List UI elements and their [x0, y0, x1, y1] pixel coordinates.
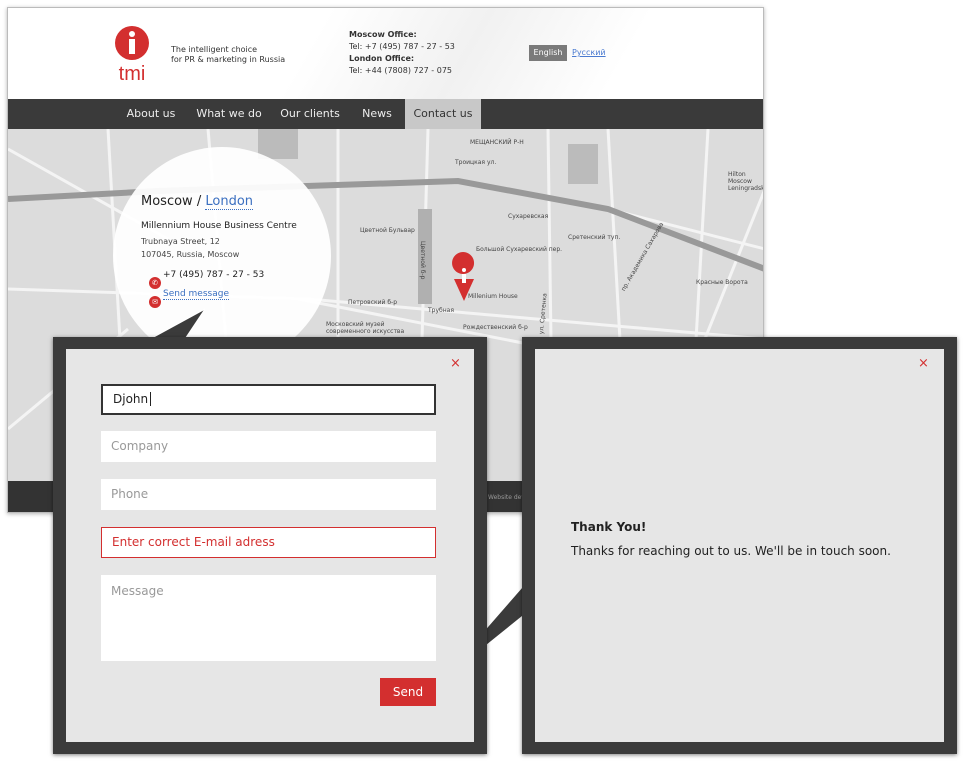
- office-contacts: Moscow Office: Tel: +7 (495) 787 - 27 - …: [349, 29, 455, 77]
- street: Trubnaya Street, 12: [141, 237, 220, 246]
- message-textarea[interactable]: Message: [101, 575, 436, 661]
- language-russian[interactable]: Русский: [572, 48, 606, 57]
- london-office-label: London Office:: [349, 54, 415, 63]
- close-icon[interactable]: ×: [450, 356, 461, 371]
- phone-input[interactable]: Phone: [101, 479, 436, 510]
- postcode: 107045, Russia, Moscow: [141, 250, 240, 259]
- language-english[interactable]: English: [529, 45, 567, 61]
- tagline: The intelligent choice for PR & marketing…: [171, 45, 285, 65]
- tagline-line1: The intelligent choice: [171, 45, 258, 54]
- moscow-office-tel: Tel: +7 (495) 787 - 27 - 53: [349, 42, 455, 51]
- thank-you-text: Thanks for reaching out to us. We'll be …: [571, 544, 891, 558]
- map-label: МЕЩАНСКИЙ Р-Н: [470, 139, 524, 146]
- phone-number: +7 (495) 787 - 27 - 53: [163, 270, 265, 280]
- map-label: Красные Ворота: [696, 279, 748, 286]
- map-label: Сретенский туп.: [568, 234, 621, 241]
- nav-news[interactable]: News: [352, 99, 402, 129]
- nav-about-us[interactable]: About us: [118, 99, 184, 129]
- map-label: Петровский б-р: [348, 299, 398, 306]
- city-moscow[interactable]: Moscow: [141, 194, 193, 209]
- map-label: Цветной Бульвар: [360, 227, 415, 234]
- mail-icon: ✉: [149, 296, 161, 308]
- moscow-office-label: Moscow Office:: [349, 30, 417, 39]
- nav-what-we-do[interactable]: What we do: [193, 99, 265, 129]
- map-label: Трубная: [428, 307, 454, 314]
- london-office-tel: Tel: +44 (7808) 727 - 075: [349, 66, 452, 75]
- map-label: Большой Сухаревский пер.: [476, 246, 563, 253]
- map-label: Цветной б-р: [419, 241, 426, 280]
- nav-our-clients[interactable]: Our clients: [276, 99, 344, 129]
- city-switcher: Moscow / London: [141, 194, 254, 210]
- address: Trubnaya Street, 12 107045, Russia, Mosco…: [141, 235, 239, 261]
- company-input[interactable]: Company: [101, 431, 436, 462]
- city-separator: /: [196, 194, 202, 209]
- thank-you-title: Thank You!: [571, 520, 647, 534]
- map-label: Рождественский б-р: [463, 324, 528, 331]
- map-label: Сухаревская: [508, 213, 549, 220]
- send-message-link[interactable]: Send message: [163, 289, 229, 300]
- nav-contact-us[interactable]: Contact us: [405, 99, 481, 129]
- close-icon[interactable]: ×: [918, 356, 929, 371]
- svg-text:tmi: tmi: [119, 63, 146, 82]
- phone-icon: ✆: [149, 277, 161, 289]
- map-label: Millenium House: [468, 293, 518, 300]
- map-label: Троицкая ул.: [455, 159, 497, 166]
- main-nav: About us What we do Our clients News Con…: [8, 99, 763, 129]
- map-label: Hilton Moscow Leningradskaya: [728, 171, 763, 192]
- building-name: Millennium House Business Centre: [141, 221, 297, 231]
- footer-link[interactable]: Website dev: [488, 494, 525, 501]
- header: tmi The intelligent choice for PR & marke…: [8, 8, 763, 99]
- email-input[interactable]: Enter correct E-mail adress: [101, 527, 436, 558]
- map-label: Московский музей современного искусства: [326, 321, 405, 335]
- name-input[interactable]: Djohn: [101, 384, 436, 415]
- name-value: Djohn: [113, 392, 149, 406]
- send-button[interactable]: Send: [380, 678, 436, 706]
- tmi-logo[interactable]: tmi: [112, 26, 152, 82]
- tagline-line2: for PR & marketing in Russia: [171, 55, 286, 64]
- city-london-link[interactable]: London: [205, 194, 254, 210]
